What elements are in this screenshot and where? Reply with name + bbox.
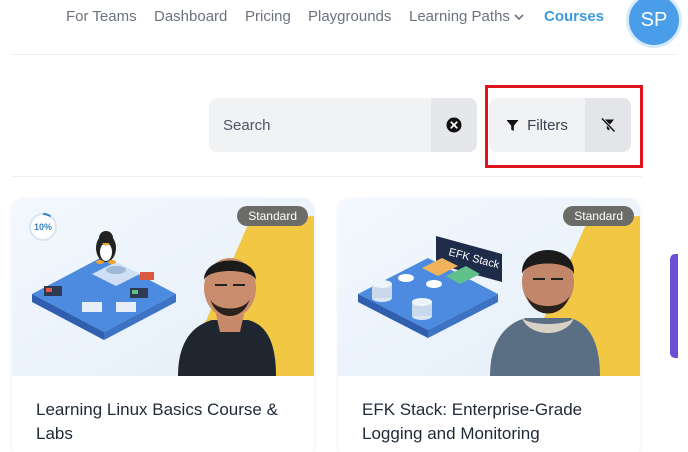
- search-clear-button[interactable]: [431, 98, 477, 152]
- course-banner: EFK Stack Standard: [338, 198, 640, 376]
- nav-divider: [12, 54, 676, 55]
- nav-pricing[interactable]: Pricing: [245, 8, 291, 25]
- course-card[interactable]: Standard 10% Learning Linux Basics Cours…: [12, 198, 314, 452]
- course-title[interactable]: Learning Linux Basics Course & Labs: [36, 398, 298, 446]
- course-banner: Standard 10%: [12, 198, 314, 376]
- plan-badge: Standard: [563, 206, 634, 226]
- nav-dashboard[interactable]: Dashboard: [154, 8, 227, 25]
- search-input[interactable]: [209, 98, 431, 152]
- nav-courses[interactable]: Courses: [544, 8, 604, 25]
- course-title[interactable]: EFK Stack: Enterprise-Grade Logging and …: [362, 398, 624, 446]
- next-card-peek: [670, 254, 678, 358]
- chevron-down-icon: [514, 13, 524, 20]
- filters-highlight-box: [485, 85, 643, 168]
- user-avatar[interactable]: SP: [626, 0, 682, 48]
- section-divider: [12, 176, 642, 177]
- progress-percent: 10%: [33, 222, 52, 232]
- top-nav: For Teams Dashboard Pricing Playgrounds …: [0, 0, 688, 54]
- course-card[interactable]: EFK Stack Standard EFK Stack: Enterprise…: [338, 198, 640, 452]
- nav-learning-paths[interactable]: Learning Paths: [409, 8, 524, 25]
- courses-page: For Teams Dashboard Pricing Playgrounds …: [0, 0, 688, 452]
- search-box: [209, 98, 477, 152]
- nav-playgrounds[interactable]: Playgrounds: [308, 8, 391, 25]
- nav-for-teams[interactable]: For Teams: [66, 8, 137, 25]
- close-circle-icon: [446, 117, 462, 133]
- nav-learning-paths-label: Learning Paths: [409, 8, 510, 25]
- plan-badge: Standard: [237, 206, 308, 226]
